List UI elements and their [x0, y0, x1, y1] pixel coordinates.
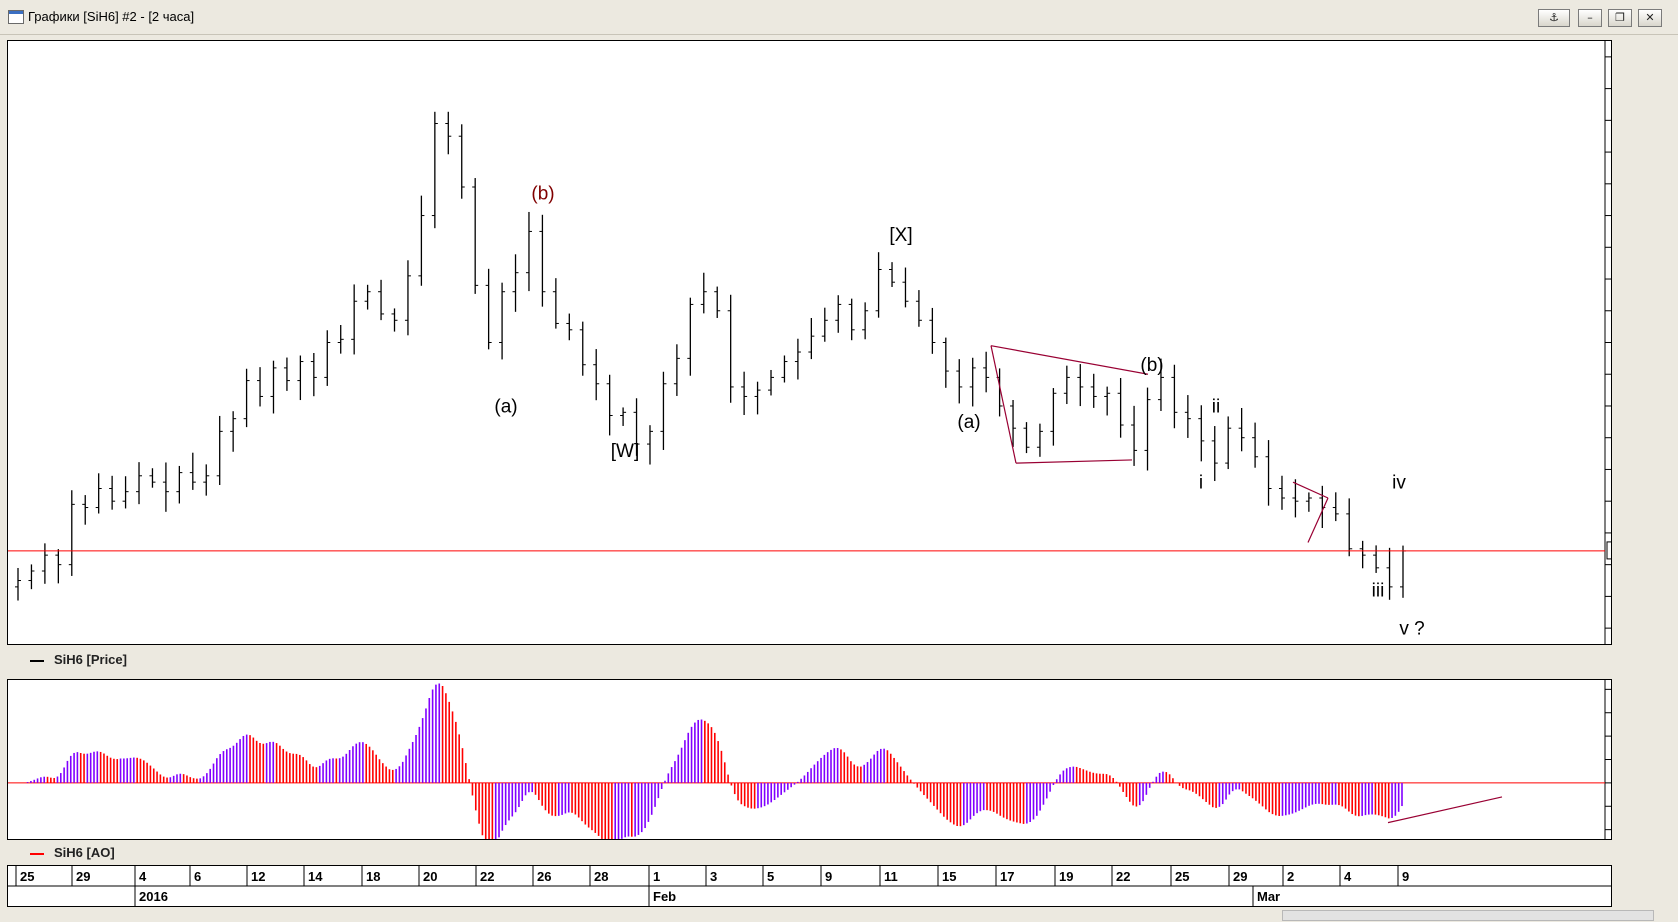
date-day-label: 4 [139, 869, 147, 884]
wave-label: iv [1392, 472, 1406, 493]
date-day-label: 3 [710, 869, 717, 884]
date-day-label: 2 [1287, 869, 1294, 884]
price-legend: SiH6 [Price] [30, 652, 127, 667]
chart-window: Графики [SiH6] #2 - [2 часа] ⚓ – ❐ ✕ 70 … [0, 0, 1678, 922]
date-day-label: 6 [194, 869, 201, 884]
wave-label: ii [1212, 396, 1220, 417]
date-month-label: 2016 [139, 889, 168, 904]
wave-trendline [1307, 497, 1329, 543]
window-title: Графики [SiH6] #2 - [2 часа] [28, 9, 195, 24]
wave-label: (a) [957, 412, 980, 433]
wave-label: [X] [889, 225, 912, 246]
date-day-label: 15 [942, 869, 956, 884]
wave-label: iii [1372, 580, 1385, 601]
title-bar: Графики [SiH6] #2 - [2 часа] ⚓ – ❐ ✕ [0, 0, 1678, 35]
date-day-label: 4 [1344, 869, 1352, 884]
maximize-button[interactable]: ❐ [1608, 9, 1632, 27]
ao-legend-swatch [30, 852, 44, 855]
date-axis-labels: 25 29 4 6 12 14 18 20 22 26 28 1 3 5 9 11 15 17 19 22 25 29 2 4… [8, 866, 1611, 906]
date-day-label: 9 [1402, 869, 1409, 884]
date-axis: 25 29 4 6 12 14 18 20 22 26 28 1 3 5 9 11 15 17 19 22 25 29 2 4… [7, 865, 1612, 907]
date-day-label: 19 [1059, 869, 1073, 884]
date-day-label: 18 [366, 869, 380, 884]
date-day-label: 20 [423, 869, 437, 884]
date-day-label: 17 [1000, 869, 1014, 884]
wave-label: v ? [1399, 618, 1424, 639]
date-day-label: 25 [20, 869, 34, 884]
wave-label: (b) [1140, 355, 1163, 376]
wave-label: (b) [531, 184, 554, 205]
date-day-label: 22 [1116, 869, 1130, 884]
wave-label: i [1199, 472, 1203, 493]
price-legend-label: SiH6 [Price] [54, 652, 127, 667]
date-day-label: 14 [308, 869, 323, 884]
price-legend-swatch [30, 659, 44, 662]
ao-chart-pane[interactable]: -2 000-1 00001 0002 0003 0004 000 [7, 679, 1612, 840]
wave-trendline [1015, 459, 1133, 464]
date-day-label: 12 [251, 869, 265, 884]
date-day-label: 28 [594, 869, 608, 884]
app-icon [8, 10, 24, 24]
date-day-label: 5 [767, 869, 774, 884]
wave-trendline [990, 345, 1149, 375]
wave-label: [W] [611, 441, 640, 462]
date-day-label: 29 [76, 869, 90, 884]
price-chart: 70 00071 00072 00073 00074 00075 00076 0… [8, 41, 1611, 644]
ao-trendline [1387, 796, 1503, 824]
horizontal-scrollbar[interactable] [1282, 910, 1654, 921]
date-day-label: 25 [1175, 869, 1189, 884]
date-day-label: 29 [1233, 869, 1247, 884]
date-month-label: Feb [653, 889, 676, 904]
date-day-label: 1 [653, 869, 660, 884]
date-day-label: 26 [537, 869, 551, 884]
price-chart-pane[interactable]: 70 00071 00072 00073 00074 00075 00076 0… [7, 40, 1612, 645]
date-month-label: Mar [1257, 889, 1280, 904]
close-button[interactable]: ✕ [1638, 9, 1662, 27]
ao-legend: SiH6 [AO] [30, 845, 115, 860]
date-day-label: 11 [884, 869, 898, 884]
minimize-button[interactable]: – [1578, 9, 1602, 27]
anchor-button[interactable]: ⚓ [1538, 9, 1570, 27]
date-day-label: 22 [480, 869, 494, 884]
date-day-label: 9 [825, 869, 832, 884]
ao-chart: -2 000-1 00001 0002 0003 0004 000 [8, 680, 1611, 839]
wave-label: (a) [494, 396, 517, 417]
ao-legend-label: SiH6 [AO] [54, 845, 115, 860]
wave-trendline [990, 345, 1017, 464]
